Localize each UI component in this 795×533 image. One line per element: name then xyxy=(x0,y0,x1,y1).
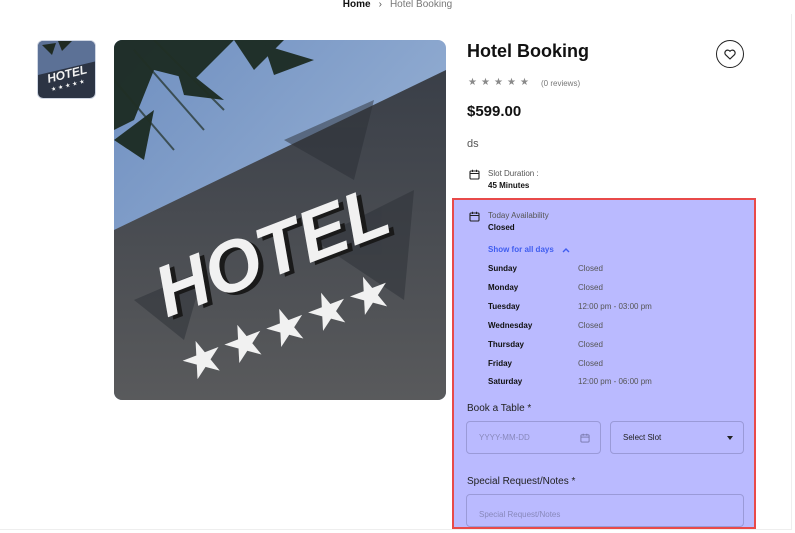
schedule-day: Friday xyxy=(488,359,513,368)
product-main-image: HOTEL HOTEL ★★★★★ xyxy=(114,40,446,400)
today-availability: Today Availability Closed xyxy=(469,210,549,234)
slot-duration-value: 45 Minutes xyxy=(488,181,530,190)
schedule-row: Saturday 12:00 pm - 06:00 pm xyxy=(488,377,652,386)
caret-down-icon xyxy=(727,435,733,440)
schedule-day: Tuesday xyxy=(488,302,520,311)
reviews-count[interactable]: (0 reviews) xyxy=(541,79,580,88)
notes-placeholder: Special Request/Notes xyxy=(479,510,561,519)
today-availability-label: Today Availability xyxy=(488,211,549,220)
schedule-row: Wednesday Closed xyxy=(488,321,603,330)
schedule-time: 12:00 pm - 03:00 pm xyxy=(578,302,652,311)
star-icon: ★ xyxy=(520,77,529,88)
product-thumbnail[interactable]: HOTEL ★ ★ ★ ★ ★ xyxy=(37,40,96,99)
schedule-row: Tuesday 12:00 pm - 03:00 pm xyxy=(488,302,652,311)
slot-duration-label: Slot Duration : xyxy=(488,169,539,178)
breadcrumb-current: Hotel Booking xyxy=(389,0,453,10)
hotel-thumbnail-image: HOTEL ★ ★ ★ ★ ★ xyxy=(38,41,95,98)
book-table-label: Book a Table * xyxy=(467,403,532,414)
rating-stars: ★ ★ ★ ★ ★ xyxy=(468,78,530,88)
slot-select[interactable]: Select Slot xyxy=(610,421,744,454)
chevron-up-icon xyxy=(562,247,570,252)
schedule-row: Thursday Closed xyxy=(488,340,603,349)
heart-icon xyxy=(724,49,736,60)
calendar-icon[interactable] xyxy=(580,433,590,443)
schedule-time: Closed xyxy=(578,264,603,273)
notes-label: Special Request/Notes * xyxy=(467,476,576,487)
star-icon: ★ xyxy=(481,77,490,88)
star-icon: ★ xyxy=(468,77,477,88)
schedule-day: Sunday xyxy=(488,264,517,273)
date-input[interactable]: YYYY-MM-DD xyxy=(466,421,601,454)
date-input-placeholder: YYYY-MM-DD xyxy=(479,433,530,442)
schedule-time: Closed xyxy=(578,283,603,292)
schedule-time: Closed xyxy=(578,321,603,330)
product-price: $599.00 xyxy=(467,103,522,120)
favorite-button[interactable] xyxy=(716,40,744,68)
today-availability-status: Closed xyxy=(488,223,515,232)
schedule-time: Closed xyxy=(578,340,603,349)
chevron-right-icon: › xyxy=(378,0,382,10)
schedule-day: Monday xyxy=(488,283,519,292)
star-icon: ★ xyxy=(507,77,516,88)
calendar-icon xyxy=(469,169,480,180)
schedule-row: Sunday Closed xyxy=(488,264,603,273)
breadcrumb: Home › Hotel Booking xyxy=(0,0,795,10)
product-description: ds xyxy=(467,138,479,150)
notes-textarea[interactable]: Special Request/Notes xyxy=(466,494,744,527)
schedule-time: 12:00 pm - 06:00 pm xyxy=(578,377,652,386)
product-title: Hotel Booking xyxy=(467,41,589,61)
rating: ★ ★ ★ ★ ★ (0 reviews) xyxy=(468,78,580,88)
calendar-icon xyxy=(469,211,480,222)
breadcrumb-home-link[interactable]: Home xyxy=(343,0,371,10)
show-all-days-toggle[interactable]: Show for all days xyxy=(488,245,570,254)
schedule-day: Saturday xyxy=(488,377,523,386)
schedule-time: Closed xyxy=(578,359,603,368)
schedule-day: Thursday xyxy=(488,340,525,349)
schedule-day: Wednesday xyxy=(488,321,533,330)
star-icon: ★ xyxy=(494,77,503,88)
schedule-row: Monday Closed xyxy=(488,283,603,292)
slot-select-value: Select Slot xyxy=(623,433,662,442)
show-all-days-label: Show for all days xyxy=(488,245,554,254)
schedule-row: Friday Closed xyxy=(488,359,603,368)
slot-duration: Slot Duration : 45 Minutes xyxy=(469,168,539,192)
